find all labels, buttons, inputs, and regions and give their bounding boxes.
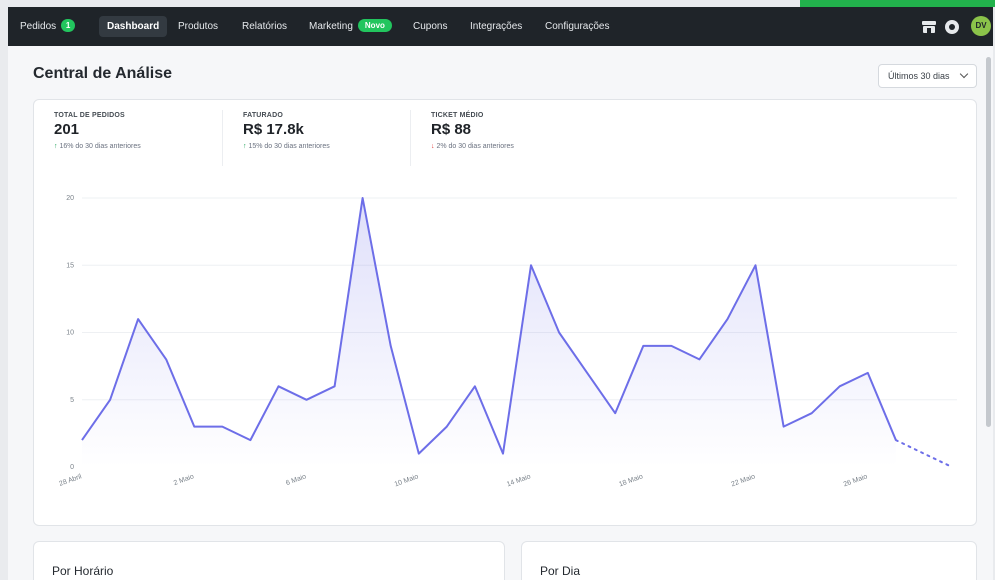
date-range-value: Últimos 30 dias bbox=[888, 71, 950, 81]
app-frame: Pedidos 1 Dashboard Produtos Relatórios M… bbox=[8, 7, 993, 580]
y-tick-label: 20 bbox=[66, 195, 74, 202]
x-tick-label: 2 Maio bbox=[173, 473, 195, 487]
nav-item-label: Dashboard bbox=[107, 21, 160, 32]
nav-item-cupons[interactable]: Cupons bbox=[405, 16, 455, 37]
nav-item-label: Integrações bbox=[470, 21, 523, 32]
analytics-card: TOTAL DE PEDIDOS 201 ↑ 16% do 30 dias an… bbox=[33, 99, 977, 526]
new-badge: Novo bbox=[357, 19, 392, 32]
orders-count-badge: 1 bbox=[61, 19, 76, 32]
x-tick-label: 22 Maio bbox=[730, 473, 756, 488]
nav-item-integracoes[interactable]: Integrações bbox=[462, 16, 530, 37]
nav-item-pedidos[interactable]: Pedidos 1 bbox=[12, 16, 83, 37]
x-tick-label: 6 Maio bbox=[285, 473, 307, 487]
daily-card: Por Dia bbox=[521, 541, 977, 580]
nav-item-label: Configurações bbox=[545, 21, 610, 32]
top-navigation: Pedidos 1 Dashboard Produtos Relatórios M… bbox=[8, 7, 993, 46]
top-accent-strip bbox=[800, 0, 995, 7]
x-tick-label: 28 Abril bbox=[58, 473, 83, 488]
nav-item-label: Marketing bbox=[309, 21, 353, 32]
chart-y-axis: 0 5 10 15 20 bbox=[66, 195, 74, 471]
nav-item-marketing[interactable]: Marketing Novo bbox=[301, 16, 400, 37]
page-title: Central de Análise bbox=[33, 65, 173, 82]
support-icon[interactable] bbox=[944, 19, 960, 35]
orders-area-chart: 0 5 10 15 20 28 Abril 2 Maio 6 Maio 10 Maio 14 M… bbox=[58, 195, 957, 488]
y-tick-label: 15 bbox=[66, 262, 74, 269]
x-tick-label: 18 Maio bbox=[618, 473, 644, 488]
hourly-section-title: Por Horário bbox=[52, 564, 114, 578]
x-tick-label: 26 Maio bbox=[843, 473, 869, 488]
y-tick-label: 0 bbox=[70, 464, 74, 471]
date-range-select[interactable]: Últimos 30 dias bbox=[878, 64, 977, 88]
x-tick-label: 14 Maio bbox=[506, 473, 532, 488]
nav-item-label: Pedidos bbox=[20, 21, 57, 32]
nav-item-relatorios[interactable]: Relatórios bbox=[234, 16, 295, 37]
store-icon[interactable] bbox=[921, 19, 937, 35]
nav-item-label: Cupons bbox=[413, 21, 448, 32]
daily-section-title: Por Dia bbox=[540, 564, 581, 578]
nav-item-configuracoes[interactable]: Configurações bbox=[537, 16, 617, 37]
chart-x-axis: 28 Abril 2 Maio 6 Maio 10 Maio 14 Maio 18 Mai… bbox=[58, 473, 868, 488]
chevron-down-icon bbox=[959, 69, 969, 79]
nav-item-produtos[interactable]: Produtos bbox=[170, 16, 226, 37]
hourly-card: Por Horário bbox=[33, 541, 505, 580]
nav-item-label: Relatórios bbox=[242, 21, 288, 32]
vertical-scrollbar[interactable] bbox=[986, 57, 991, 427]
nav-item-dashboard[interactable]: Dashboard bbox=[99, 16, 168, 37]
series-projection-line bbox=[894, 439, 953, 468]
nav-item-label: Produtos bbox=[178, 21, 219, 32]
y-tick-label: 10 bbox=[66, 330, 74, 337]
x-tick-label: 10 Maio bbox=[394, 473, 420, 488]
user-avatar[interactable]: DV bbox=[971, 16, 991, 36]
y-tick-label: 5 bbox=[70, 397, 74, 404]
